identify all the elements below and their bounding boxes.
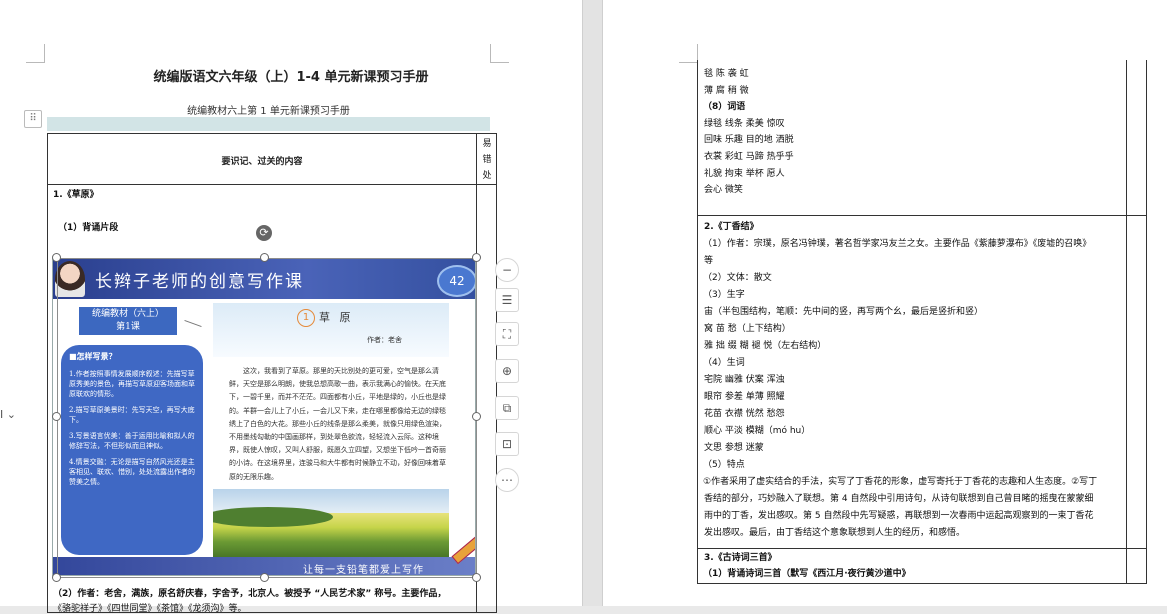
table-text-line[interactable]: （1）背诵诗词三首（默写《西江月·夜行黄沙道中》 — [703, 566, 911, 579]
header-char: 易 — [482, 139, 492, 149]
table-text-line[interactable]: 顺心 平淡 模糊（mó hu） — [704, 423, 810, 436]
table-text-line[interactable]: 回味 乐趣 目的地 洒脱 — [704, 132, 794, 145]
table-text-line[interactable]: 衣裳 彩虹 马蹄 热乎乎 — [704, 149, 794, 162]
body-line[interactable]: （2）作者：老舍，满族，原名舒庆春，字舍予，北京人。被授予 “人民艺术家” 称号… — [53, 586, 446, 599]
resize-handle[interactable] — [52, 253, 61, 262]
rotate-handle-icon[interactable]: ⟳ — [256, 225, 272, 241]
table-header-strip — [47, 117, 490, 131]
collapse-toolbar-icon[interactable]: − — [495, 258, 519, 282]
grassland-photo — [213, 489, 449, 561]
table-text-line[interactable]: ①作者采用了虚实结合的手法，实写了丁香花的形象，虚写寄托于丁香花的志趣和人生态度… — [703, 474, 1097, 487]
table-text-line[interactable]: 文思 参想 迷蒙 — [704, 440, 764, 453]
teacher-avatar — [55, 261, 85, 297]
table-text-line[interactable]: 会心 微笑 — [704, 182, 743, 195]
tip-item: 4.情景交融：无论是描写自然风光还是主客相见、联欢、惜别，处处流露出作者的赞美之… — [69, 458, 195, 486]
document-page-right: 毯 陈 袭 虹薄 腐 稍 微 （8）词语绿毯 线条 柔美 惊叹 回味 乐趣 目的地 … — [603, 0, 1167, 606]
crop-icon[interactable]: ⛶ — [495, 322, 519, 346]
resize-handle[interactable] — [472, 253, 481, 262]
table-row-divider — [698, 215, 1146, 216]
banner-title: 长辫子老师的创意写作课 — [95, 272, 304, 292]
table-text-line[interactable]: 礼貌 拘束 举杯 愿人 — [704, 166, 785, 179]
replace-image-icon[interactable]: ⧉ — [495, 396, 519, 420]
lesson-label-line: 第1课 — [116, 322, 140, 332]
lesson-author: 作者：老舍 — [367, 336, 402, 344]
table-move-handle-icon[interactable]: ⠿ — [24, 110, 42, 128]
table-text-line[interactable]: 眼帘 参差 单薄 照耀 — [704, 389, 785, 402]
resize-handle[interactable] — [260, 573, 269, 582]
resize-handle[interactable] — [472, 412, 481, 421]
table-row-divider — [48, 184, 496, 185]
page-corner-mark — [679, 44, 698, 63]
table-text-line[interactable]: （3）生字 — [703, 287, 745, 300]
table-text-line[interactable]: 香结的部分，巧妙融入了联想。第 4 自然段中引用诗句，从诗句联想到自己曾目睹的摇… — [704, 491, 1093, 504]
table-row-divider — [698, 548, 1146, 549]
table-text-line[interactable]: （8）词语 — [703, 99, 745, 112]
resize-handle[interactable] — [52, 412, 61, 421]
page-corner-mark — [26, 44, 45, 63]
tip-item: 3.写景语言优美：善于运用比喻和拟人的修辞写法，不但形似而且神似。 — [69, 432, 195, 450]
resize-handle[interactable] — [52, 573, 61, 582]
document-title: 统编版语文六年级（上）1-4 单元新课预习手册 — [153, 70, 429, 85]
table-text-line[interactable]: 绿毯 线条 柔美 惊叹 — [704, 116, 785, 129]
page-gap — [582, 0, 603, 606]
table-column-divider — [476, 134, 477, 612]
table-text-line[interactable]: 等 — [704, 253, 713, 266]
lesson-title: 草 原 — [319, 311, 354, 324]
header-char: 错 — [482, 155, 492, 165]
zoom-in-icon[interactable]: ⊕ — [495, 359, 519, 383]
tip-item: 1.作者按照事情发展顺序叙述：先描写草原秀美的景色，再描写草原迎客场面和草原联欢… — [69, 370, 195, 398]
header-char: 处 — [482, 171, 492, 181]
table-text-line[interactable]: 3.《古诗词三首》 — [704, 550, 777, 563]
page-number-badge: 42 — [437, 265, 475, 297]
lesson-label-box: 统编教材（六上） 第1课 — [79, 307, 177, 335]
document-subtitle: 统编教材六上第 1 单元新课预习手册 — [187, 106, 350, 117]
table-text-line[interactable]: 宅院 幽雅 伏案 浑浊 — [704, 372, 785, 385]
preview-table-continued[interactable]: 毯 陈 袭 虹薄 腐 稍 微 （8）词语绿毯 线条 柔美 惊叹 回味 乐趣 目的地 … — [697, 60, 1147, 584]
resize-handle[interactable] — [260, 253, 269, 262]
table-text-line[interactable]: （4）生词 — [703, 355, 745, 368]
document-page-left: 统编版语文六年级（上）1-4 单元新课预习手册 统编教材六上第 1 单元新课预习… — [0, 0, 582, 614]
lesson-number-circle: 1 — [297, 309, 315, 327]
table-text-line[interactable]: 花苗 衣襟 恍然 愁怨 — [704, 406, 785, 419]
tips-heading: ■怎样写景？ — [69, 351, 117, 361]
table-text-line[interactable]: （1）作者：宗璞，原名冯钟璞，著名哲学家冯友兰之女。主要作品《紫藤萝瀑布》《废墟… — [703, 236, 1091, 249]
table-text-line[interactable]: 雨中的丁香，发出感叹。第 5 自然段中先写疑惑，再联想到一次春雨中运起高观察到的… — [704, 508, 1093, 521]
table-text-line[interactable]: （2）文体：散文 — [703, 270, 772, 283]
extract-text-icon[interactable]: ⊡ — [495, 432, 519, 456]
table-text-line[interactable]: 薄 腐 稍 微 — [704, 83, 749, 96]
page-corner-mark — [490, 44, 509, 63]
table-header-content: 要识记、过关的内容 — [221, 157, 303, 167]
more-options-icon[interactable]: ⋯ — [495, 468, 519, 492]
lesson-label-line: 统编教材（六上） — [91, 309, 164, 319]
table-text-line[interactable]: （5）特点 — [703, 457, 745, 470]
table-text-line[interactable]: 雅 拙 缀 糊 褪 悦（左右结构） — [704, 338, 826, 351]
writing-tips-panel: ■怎样写景？ 1.作者按照事情发展顺序叙述：先描写草原秀美的景色，再描写草原迎客… — [61, 345, 203, 555]
embedded-lesson-image[interactable]: 长辫子老师的创意写作课 42 统编教材（六上） 第1课 ■怎样写景？ 1.作者按… — [52, 258, 476, 576]
table-text-line[interactable]: 2.《丁香结》 — [704, 219, 759, 232]
lesson-body-text: 这次，我看到了草原。那里的天比别处的更可爱，空气是那么清鲜，天空是那么明朗，使我… — [229, 367, 446, 481]
image-slogan: 让每一支铅笔都爱上写作 — [303, 565, 424, 576]
table-text-line[interactable]: 发出感叹。最后，由丁香结这个意象联想到人生的经历，和感悟。 — [704, 525, 965, 538]
table-column-divider — [1126, 60, 1127, 583]
divider-line — [184, 319, 202, 328]
resize-handle[interactable] — [472, 573, 481, 582]
body-line[interactable]: 《骆驼祥子》《四世同堂》《茶馆》《龙须沟》等。 — [53, 601, 247, 614]
subsection-heading[interactable]: （1）背诵片段 — [58, 220, 118, 233]
text-cursor-icon: I ⌄ — [0, 408, 16, 421]
table-text-line[interactable]: 窝 苗 愁（上下结构） — [704, 321, 791, 334]
image-banner: 长辫子老师的创意写作课 42 — [53, 259, 475, 299]
tip-item: 2.描写草原美景时：先写天空，再写大底下。 — [69, 406, 195, 424]
layout-options-icon[interactable]: ☰ — [495, 288, 519, 312]
table-header-error-column: 易 错 处 — [478, 136, 496, 184]
section-heading[interactable]: 1.《草原》 — [53, 187, 99, 200]
table-text-line[interactable]: 毯 陈 袭 虹 — [704, 66, 749, 79]
table-text-line[interactable]: 宙（半包围结构，笔顺：先中间的竖，再写两个幺，最后是竖折和竖） — [704, 304, 983, 317]
